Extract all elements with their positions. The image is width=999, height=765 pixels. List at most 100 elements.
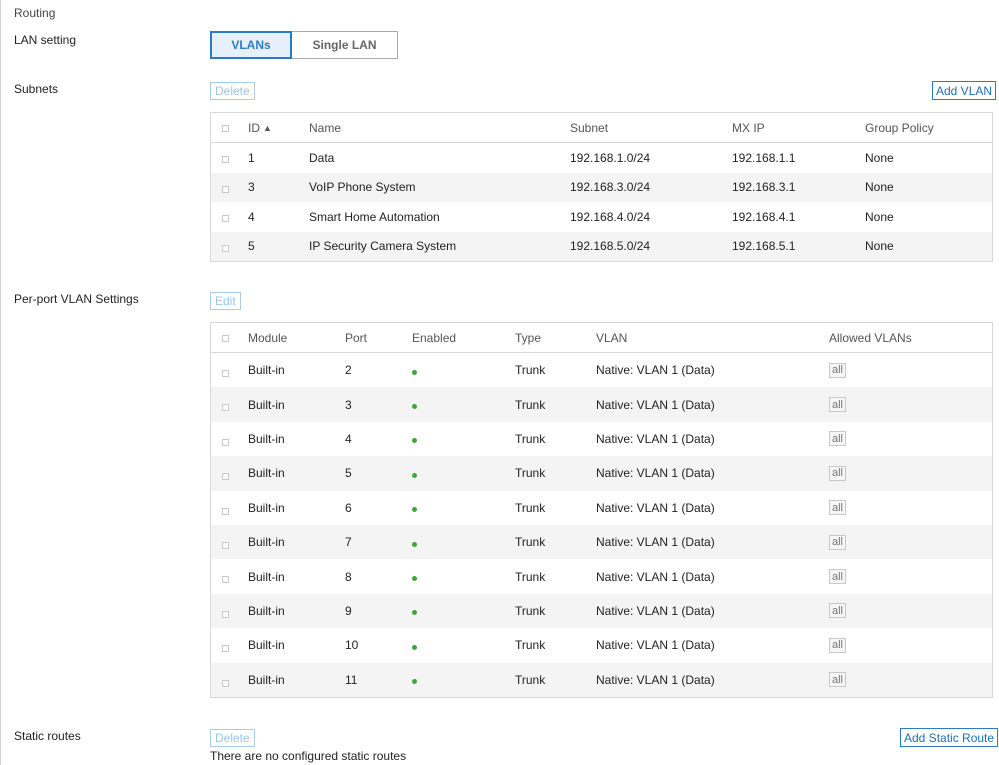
select-all-checkbox[interactable]: [222, 125, 229, 132]
vlan-cell: Native: VLAN 1 (Data): [596, 638, 715, 653]
subnet-id-cell: 4: [248, 209, 255, 224]
row-checkbox[interactable]: [222, 156, 229, 163]
id-header-label: ID: [248, 120, 260, 135]
port-cell: 9: [345, 603, 352, 618]
mx-ip-cell: 192.168.3.1: [732, 180, 796, 195]
enabled-cell: [412, 628, 417, 662]
enabled-status-dot-icon: [412, 541, 417, 547]
vlan-cell: Native: VLAN 1 (Data): [596, 397, 715, 412]
allowed-vlans-cell: all: [829, 353, 847, 387]
subnet-name-cell: VoIP Phone System: [309, 180, 416, 195]
subnet-row[interactable]: 1 Data 192.168.1.0/24 192.168.1.1 None: [211, 143, 992, 173]
subnet-row[interactable]: 4 Smart Home Automation 192.168.4.0/24 192.…: [211, 202, 992, 232]
port-cell: 4: [345, 431, 352, 446]
port-row[interactable]: Built-in 7 Trunk Native: VLAN 1 (Data) all: [211, 524, 992, 560]
single-lan-option-button[interactable]: Single LAN: [292, 31, 398, 59]
port-row[interactable]: Built-in 2 Trunk Native: VLAN 1 (Data) all: [211, 353, 992, 387]
vlan-cell: Native: VLAN 1 (Data): [596, 363, 715, 378]
subnet-name-cell: IP Security Camera System: [309, 239, 457, 254]
allowed-vlans-cell: all: [829, 594, 847, 628]
port-cell: 8: [345, 569, 352, 584]
module-cell: Built-in: [248, 466, 285, 481]
subnets-label: Subnets: [14, 82, 59, 96]
enabled-cell: [412, 663, 417, 697]
per-port-vlan-label: Per-port VLAN Settings: [14, 292, 139, 306]
port-row[interactable]: Built-in 8 Trunk Native: VLAN 1 (Data) all: [211, 559, 992, 593]
group-policy-column-header[interactable]: Group Policy: [865, 113, 934, 142]
select-all-checkbox[interactable]: [222, 335, 229, 342]
type-cell: Trunk: [515, 603, 546, 618]
enabled-status-dot-icon: [412, 610, 417, 616]
port-row[interactable]: Built-in 9 Trunk Native: VLAN 1 (Data) all: [211, 593, 992, 629]
allowed-vlans-badge: all: [829, 397, 847, 413]
type-cell: Trunk: [515, 569, 546, 584]
type-cell: Trunk: [515, 431, 546, 446]
per-port-edit-button[interactable]: Edit: [210, 292, 241, 310]
port-row[interactable]: Built-in 3 Trunk Native: VLAN 1 (Data) all: [211, 387, 992, 422]
port-cell: 11: [345, 672, 358, 687]
allowed-vlans-cell: all: [829, 559, 847, 593]
add-vlan-button[interactable]: Add VLAN: [932, 81, 997, 100]
row-checkbox[interactable]: [222, 679, 229, 687]
add-static-route-button[interactable]: Add Static Route: [900, 728, 999, 747]
subnet-column-header[interactable]: Subnet: [570, 113, 608, 142]
type-cell: Trunk: [515, 535, 546, 550]
row-checkbox[interactable]: [222, 215, 229, 222]
allowed-vlans-cell: all: [829, 663, 847, 697]
port-column-header[interactable]: Port: [345, 323, 367, 352]
name-column-header[interactable]: Name: [309, 113, 341, 142]
port-row[interactable]: Built-in 5 Trunk Native: VLAN 1 (Data) all: [211, 456, 992, 491]
subnet-cidr-cell: 192.168.5.0/24: [570, 239, 651, 254]
row-checkbox[interactable]: [222, 185, 229, 193]
row-checkbox[interactable]: [222, 473, 229, 481]
module-column-header[interactable]: Module: [248, 323, 287, 352]
row-checkbox[interactable]: [222, 645, 229, 653]
type-column-header[interactable]: Type: [515, 323, 541, 352]
port-cell: 6: [345, 500, 352, 515]
port-row[interactable]: Built-in 4 Trunk Native: VLAN 1 (Data) all: [211, 422, 992, 456]
vlan-cell: Native: VLAN 1 (Data): [596, 569, 715, 584]
allowed-vlans-cell: all: [829, 456, 847, 490]
enabled-column-header[interactable]: Enabled: [412, 323, 456, 352]
row-checkbox[interactable]: [222, 576, 229, 584]
enabled-status-dot-icon: [412, 438, 417, 444]
mx-ip-column-header[interactable]: MX IP: [732, 113, 765, 142]
row-checkbox[interactable]: [222, 507, 229, 515]
type-cell: Trunk: [515, 638, 546, 653]
port-cell: 3: [345, 397, 352, 412]
row-checkbox[interactable]: [222, 404, 229, 412]
allowed-vlans-badge: all: [829, 603, 847, 619]
subnets-delete-button[interactable]: Delete: [210, 82, 255, 100]
subnet-cidr-cell: 192.168.4.0/24: [570, 209, 651, 224]
row-checkbox[interactable]: [222, 244, 229, 252]
enabled-status-dot-icon: [412, 369, 417, 375]
port-row[interactable]: Built-in 10 Trunk Native: VLAN 1 (Data) all: [211, 628, 992, 662]
enabled-cell: [412, 422, 417, 456]
enabled-cell: [412, 559, 417, 593]
subnet-row[interactable]: 3 VoIP Phone System 192.168.3.0/24 192.168.…: [211, 172, 992, 202]
lan-setting-label: LAN setting: [14, 33, 77, 47]
module-cell: Built-in: [248, 500, 285, 515]
module-cell: Built-in: [248, 431, 285, 446]
port-row[interactable]: Built-in 11 Trunk Native: VLAN 1 (Data) all: [211, 662, 992, 697]
left-border: [0, 0, 1, 765]
id-column-header[interactable]: ID ▲: [248, 113, 272, 142]
per-port-table: Module Port Enabled Type VLAN Allowed VL…: [210, 322, 993, 698]
vlan-cell: Native: VLAN 1 (Data): [596, 603, 715, 618]
row-checkbox[interactable]: [222, 541, 229, 549]
allowed-vlans-badge: all: [829, 672, 847, 688]
static-routes-label: Static routes: [14, 729, 81, 743]
vlan-cell: Native: VLAN 1 (Data): [596, 466, 715, 481]
vlan-column-header[interactable]: VLAN: [596, 323, 627, 352]
port-row[interactable]: Built-in 6 Trunk Native: VLAN 1 (Data) all: [211, 491, 992, 525]
row-checkbox[interactable]: [222, 610, 229, 618]
row-checkbox[interactable]: [222, 438, 229, 446]
enabled-status-dot-icon: [412, 644, 417, 650]
static-routes-delete-button[interactable]: Delete: [210, 729, 255, 747]
row-checkbox[interactable]: [222, 370, 229, 377]
subnet-row[interactable]: 5 IP Security Camera System 192.168.5.0/24…: [211, 231, 992, 261]
vlans-option-button[interactable]: VLANs: [210, 31, 292, 59]
mx-ip-cell: 192.168.5.1: [732, 239, 796, 254]
allowed-vlans-column-header[interactable]: Allowed VLANs: [829, 323, 912, 352]
type-cell: Trunk: [515, 397, 546, 412]
